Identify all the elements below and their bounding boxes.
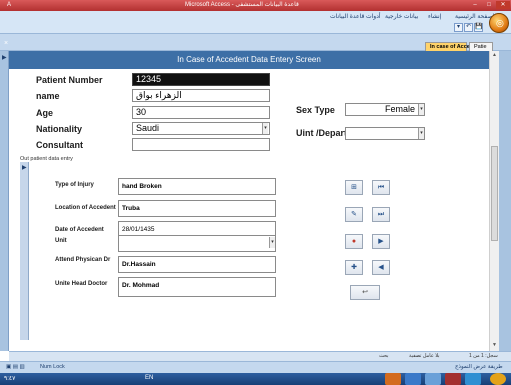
form-header: In Case of Accedent Data Entery Screen xyxy=(9,51,489,69)
taskbar-app-icon[interactable] xyxy=(385,373,401,385)
consultant-field[interactable] xyxy=(132,138,270,151)
close-button[interactable]: ✕ xyxy=(496,1,510,9)
vertical-scrollbar[interactable]: ▲ ▼ xyxy=(489,51,499,351)
qa-dropdown-icon[interactable]: ▾ xyxy=(454,23,463,32)
unit-department-select[interactable] xyxy=(345,127,425,140)
view-mode-label: طريقة عرض النموذج xyxy=(455,364,503,370)
document-tab-strip: × In case of Accedent Patie xyxy=(0,34,511,51)
patient-number-label: Patient Number xyxy=(36,75,103,85)
unite-head-doctor-field[interactable]: Dr. Mohmad xyxy=(118,277,276,297)
taskbar-app-icon[interactable] xyxy=(425,373,441,385)
type-of-injury-field[interactable]: hand Broken xyxy=(118,178,276,195)
name-field[interactable]: الزهراء بواق xyxy=(132,89,270,102)
scroll-up-icon[interactable]: ▲ xyxy=(491,52,498,60)
tab-in-case-of-accedent[interactable]: In case of Accedent xyxy=(425,42,481,51)
attend-physician-label: Attend Physican Dr xyxy=(55,257,111,263)
filter-status[interactable]: بلا عامل تصفية xyxy=(409,353,440,359)
sex-type-value: Female xyxy=(384,104,415,114)
office-button-icon[interactable]: ◎ xyxy=(489,13,509,33)
nationality-value: Saudi xyxy=(136,123,160,133)
nationality-label: Nationality xyxy=(36,124,83,134)
scroll-thumb[interactable] xyxy=(491,146,498,241)
last-record-button[interactable]: ⏭ xyxy=(372,207,390,222)
type-of-injury-value: hand Broken xyxy=(122,183,162,190)
first-record-button[interactable]: ⏮ xyxy=(372,180,390,195)
scroll-down-icon[interactable]: ▼ xyxy=(491,342,498,350)
next-record-button[interactable]: ▶ xyxy=(372,234,390,249)
tab-patient[interactable]: Patie xyxy=(469,42,493,51)
chevron-down-icon[interactable]: ▾ xyxy=(269,237,275,248)
sex-type-select[interactable]: Female xyxy=(345,103,425,116)
date-of-accedent-label: Date of Accedent xyxy=(55,227,104,233)
minimize-button[interactable]: – xyxy=(468,1,482,9)
tab-external-data[interactable]: بيانات خارجية xyxy=(385,13,418,20)
view-icons[interactable]: ▣ ▤ ▥ xyxy=(6,364,25,370)
type-of-injury-label: Type of Injury xyxy=(55,182,94,188)
subform-record-selector[interactable]: ▶ xyxy=(20,162,29,340)
maximize-button[interactable]: □ xyxy=(482,1,496,9)
status-bar: ▣ ▤ ▥ Num Lock طريقة عرض النموذج xyxy=(0,361,511,373)
title-bar: A Microsoft Access - قاعدة البيانات المس… xyxy=(0,0,511,11)
unit-label: Unit xyxy=(55,238,67,244)
start-button-icon[interactable] xyxy=(490,373,506,385)
save-icon[interactable]: 💾 xyxy=(474,23,483,32)
unite-head-doctor-value: Dr. Mohmad xyxy=(122,282,160,289)
record-arrow-icon: ▶ xyxy=(22,165,27,171)
patient-number-field[interactable]: 12345 xyxy=(132,73,270,86)
add-record-button[interactable]: ⊞ xyxy=(345,180,363,195)
taskbar: ٩:٤٧ EN xyxy=(0,373,511,385)
attend-physician-value: Dr.Hassain xyxy=(122,261,156,268)
new-record-button[interactable]: ✚ xyxy=(345,260,363,275)
num-lock-indicator: Num Lock xyxy=(40,364,65,370)
right-pane-strip xyxy=(499,51,511,351)
location-of-accedent-label: Location of Accedent xyxy=(55,205,116,211)
record-navigation-bar: سجل: 1 من 1 بلا عامل تصفية بحث xyxy=(9,351,511,361)
sex-type-label: Sex Type xyxy=(296,105,335,115)
tab-create[interactable]: إنشاء xyxy=(428,13,441,20)
taskbar-access-icon[interactable] xyxy=(445,373,461,385)
taskbar-clock: ٩:٤٧ xyxy=(4,376,16,382)
unit-select[interactable] xyxy=(118,235,276,252)
taskbar-app-icon[interactable] xyxy=(405,373,421,385)
location-of-accedent-field[interactable]: Truba xyxy=(118,200,276,217)
window-title: Microsoft Access - قاعدة البيانات المستش… xyxy=(185,2,299,8)
age-field[interactable]: 30 xyxy=(132,106,270,119)
attend-physician-field[interactable]: Dr.Hassain xyxy=(118,256,276,273)
name-label: name xyxy=(36,91,60,101)
language-indicator[interactable]: EN xyxy=(145,375,153,381)
app-icon[interactable]: A xyxy=(2,1,16,9)
undo-icon[interactable]: ↶ xyxy=(464,23,473,32)
age-label: Age xyxy=(36,108,54,118)
taskbar-app-icon[interactable] xyxy=(465,373,481,385)
close-icon[interactable]: × xyxy=(4,40,8,47)
previous-record-button[interactable]: ◀ xyxy=(372,260,390,275)
tab-database-tools[interactable]: أدوات قاعدة البيانات xyxy=(330,13,381,20)
chevron-down-icon[interactable]: ▾ xyxy=(262,123,268,134)
record-counter: سجل: 1 من 1 xyxy=(469,353,498,359)
search-box[interactable]: بحث xyxy=(379,353,389,359)
consultant-label: Consultant xyxy=(36,140,83,150)
unite-head-doctor-label: Unite Head Doctor xyxy=(55,281,108,287)
nationality-select[interactable]: Saudi xyxy=(132,122,270,135)
edit-record-button[interactable]: ✎ xyxy=(345,207,363,222)
navigation-pane-collapsed[interactable]: ▶ xyxy=(0,51,9,351)
chevron-down-icon[interactable]: ▾ xyxy=(418,128,424,139)
location-of-accedent-value: Truba xyxy=(122,205,140,212)
chevron-down-icon[interactable]: ▾ xyxy=(418,104,424,115)
ribbon: الصفحة الرئيسية إنشاء بيانات خارجية أدوا… xyxy=(0,11,511,34)
delete-record-button[interactable]: ● xyxy=(345,234,363,249)
undo-record-button[interactable]: ↩ xyxy=(350,285,380,300)
expand-arrow-icon[interactable]: ▶ xyxy=(2,54,7,61)
